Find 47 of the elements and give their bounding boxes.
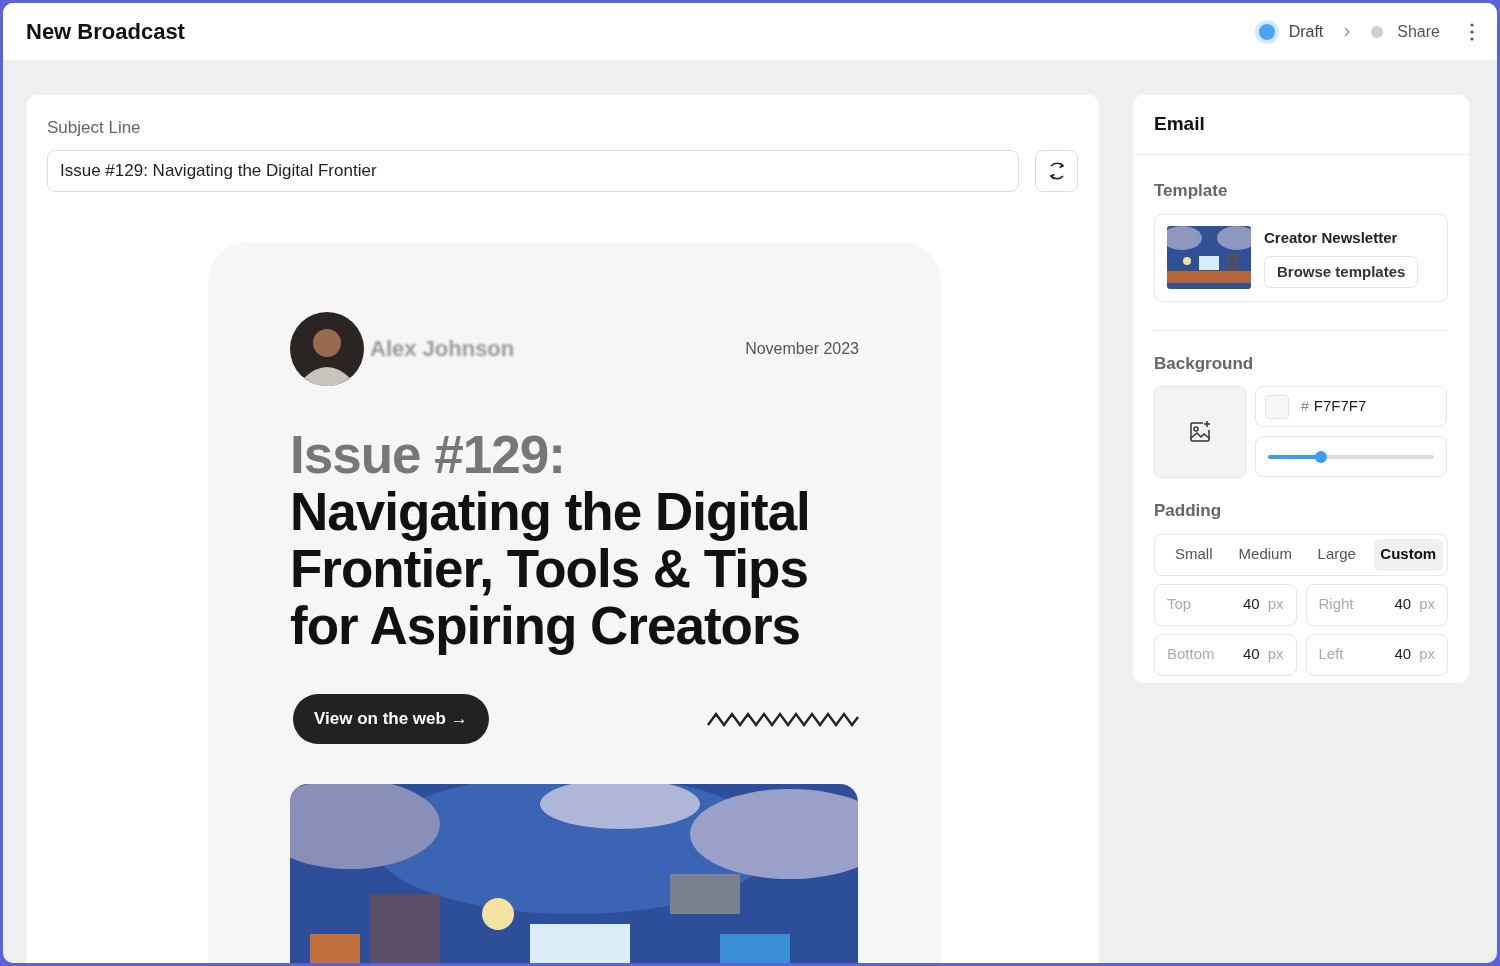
padding-field[interactable]: Bottom 40 px: [1154, 633, 1297, 676]
padding-preset-tab[interactable]: Small: [1159, 538, 1229, 571]
more-icon[interactable]: [1470, 22, 1474, 41]
ab-test-button[interactable]: [1035, 149, 1078, 192]
author-name: Alex Johnson: [370, 335, 515, 363]
slider-thumb[interactable]: [1315, 450, 1328, 463]
padding-preset-tab[interactable]: Custom: [1373, 538, 1443, 571]
headline: Issue #129: Navigating the Digital Frontier, Tools & Tips for Aspiring Creators: [290, 425, 811, 654]
step-tab[interactable]: Draft: [1258, 19, 1324, 44]
field-label: Top: [1167, 594, 1192, 615]
section-label: Padding: [1154, 500, 1223, 522]
field-label: Bottom: [1167, 644, 1215, 665]
step-tab[interactable]: Share: [1371, 19, 1440, 44]
field-value: 40: [1242, 644, 1260, 665]
color-swatch: [1265, 394, 1289, 419]
page-title: New Broadcast: [26, 18, 185, 46]
padding-field[interactable]: Left 40 px: [1305, 633, 1448, 676]
add-image-icon: [1188, 420, 1212, 444]
zigzag-icon: [707, 710, 859, 727]
panel-title: Email: [1154, 112, 1205, 137]
issue-date: November 2023: [745, 338, 859, 359]
unit-label: px: [1419, 644, 1435, 665]
subject-field[interactable]: Issue #129: Navigating the Digital Frontier: [47, 149, 1019, 192]
field-value: 40: [1394, 594, 1412, 615]
padding-field[interactable]: Top 40 px: [1154, 583, 1297, 626]
section-label: Background: [1154, 352, 1255, 375]
field-label: Subject Line: [47, 117, 142, 139]
field-label: Left: [1318, 644, 1344, 665]
unit-label: px: [1267, 594, 1284, 615]
unit-label: px: [1419, 594, 1435, 615]
field-value: 40: [1394, 644, 1412, 665]
opacity-slider[interactable]: [1255, 436, 1447, 477]
chevron-icon: [1343, 25, 1352, 38]
browse-templates-button[interactable]: Browse templates: [1264, 255, 1419, 288]
color-field[interactable]: # F7F7F7: [1255, 386, 1447, 427]
field-value: 40: [1242, 594, 1260, 615]
unit-label: px: [1267, 644, 1284, 665]
template-name: Creator Newsletter: [1264, 228, 1398, 249]
field-label: Right: [1318, 594, 1354, 615]
view-on-web-button[interactable]: View on the web →: [293, 693, 489, 744]
padding-preset-tab[interactable]: Medium: [1230, 538, 1300, 571]
color-value: F7F7F7: [1313, 396, 1367, 417]
padding-preset-tab[interactable]: Large: [1302, 538, 1372, 571]
padding-field[interactable]: Right 40 px: [1305, 583, 1448, 626]
hash-sign: #: [1301, 397, 1309, 416]
image-upload-button[interactable]: [1154, 386, 1246, 478]
section-label: Template: [1154, 180, 1229, 202]
